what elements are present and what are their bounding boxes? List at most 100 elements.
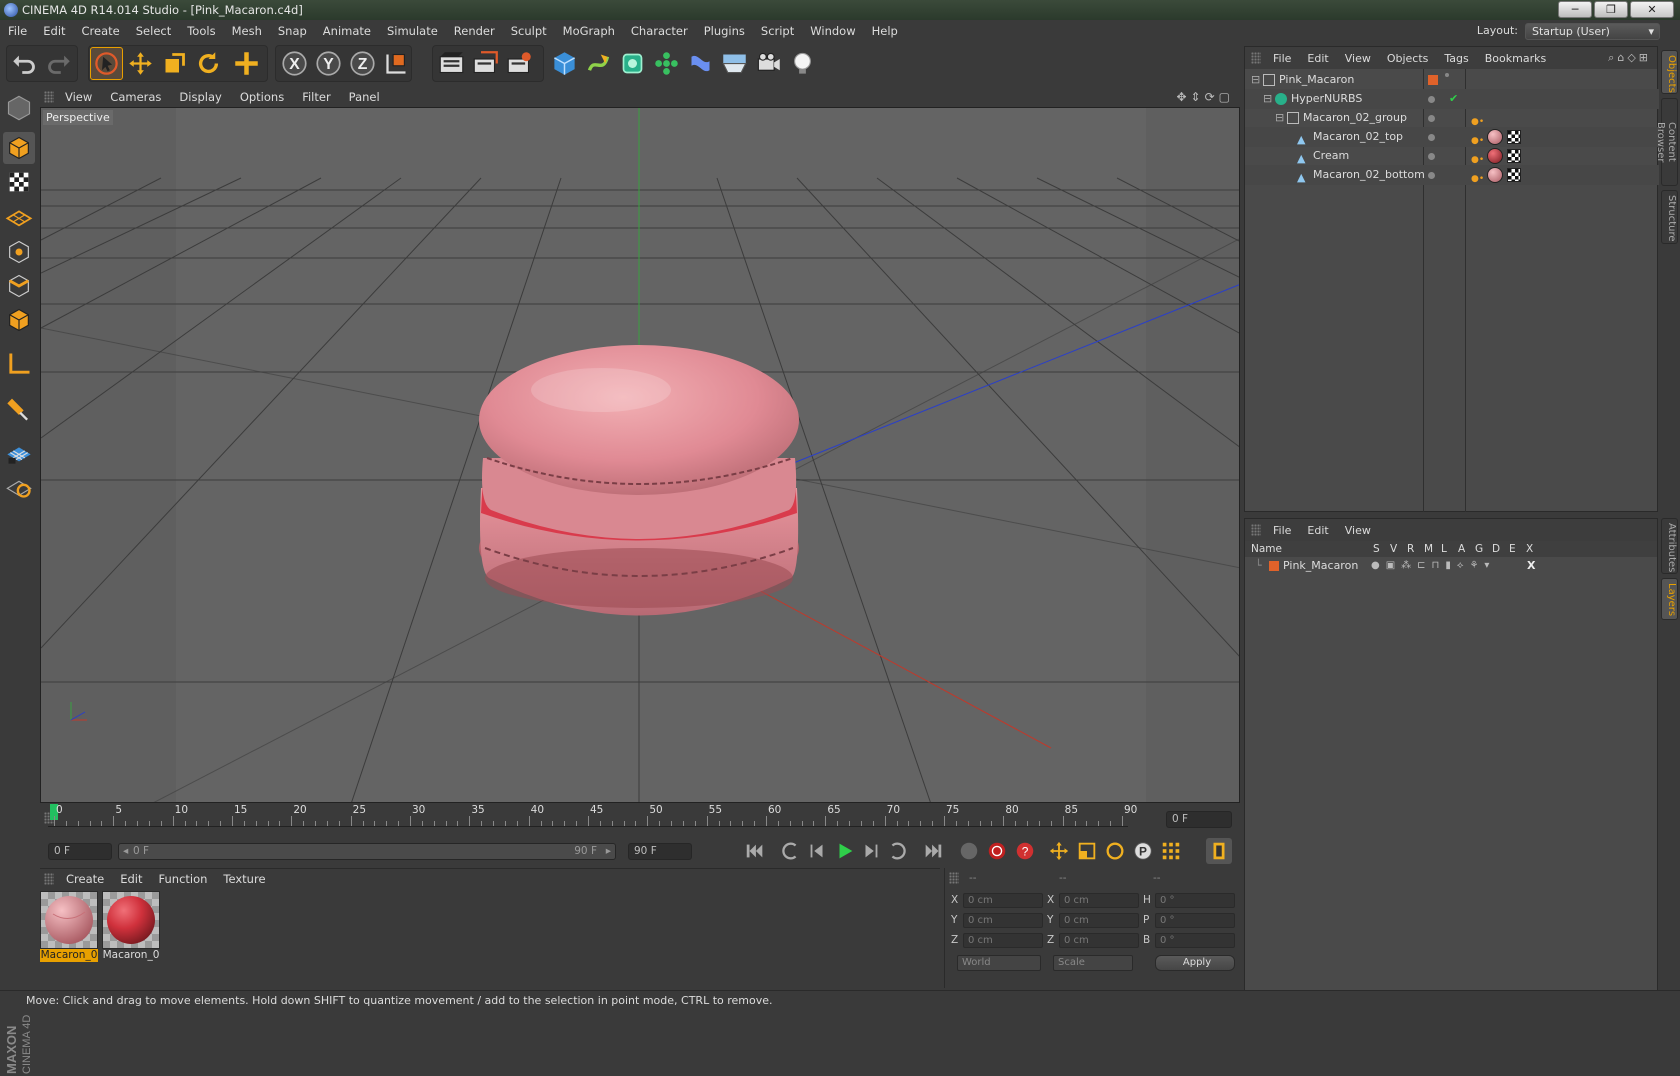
y-axis-icon[interactable]: Y [312, 47, 345, 80]
object-row[interactable]: ▲ Macaron_02_bottom ●• [1245, 165, 1659, 185]
coord-size-z-input[interactable]: 0 cm [1059, 933, 1139, 948]
enabled-check-icon[interactable]: ✔ [1449, 89, 1458, 109]
menu-mograph[interactable]: MoGraph [555, 20, 623, 43]
perspective-viewport[interactable]: Perspective [40, 107, 1240, 803]
move-icon[interactable] [124, 47, 157, 80]
object-search-icon[interactable]: ⌕⌂◇⊞ [1608, 51, 1651, 65]
layer-color-chip[interactable] [1428, 75, 1438, 85]
coord-rot-b-input[interactable]: 0 ° [1155, 933, 1235, 948]
add-icon[interactable] [230, 47, 263, 80]
viewport-menu-options[interactable]: Options [231, 86, 293, 109]
coord-size-y-input[interactable]: 0 cm [1059, 913, 1139, 928]
menu-sculpt[interactable]: Sculpt [503, 20, 555, 43]
phong-tag-icon[interactable]: ●• [1471, 169, 1484, 189]
key-parameter-icon[interactable]: P [1130, 838, 1156, 864]
visibility-dot[interactable] [1428, 172, 1435, 179]
object-row[interactable]: ⊟ Pink_Macaron [1245, 70, 1659, 90]
coord-rot-h-input[interactable]: 0 ° [1155, 893, 1235, 908]
record-position-icon[interactable] [956, 838, 982, 864]
apply-button[interactable]: Apply [1155, 955, 1235, 971]
tab-attributes[interactable]: Attributes [1661, 518, 1678, 574]
material-menu-create[interactable]: Create [58, 868, 112, 891]
viewport-camera-label[interactable]: Perspective [43, 110, 113, 125]
coord-space-dropdown[interactable]: World [957, 955, 1041, 971]
menu-create[interactable]: Create [74, 20, 128, 43]
redo-icon[interactable] [42, 47, 75, 80]
maximize-button[interactable]: ❐ [1594, 1, 1628, 18]
viewport-nav-icons[interactable]: ✥⇕⟳▢ [1176, 90, 1234, 104]
visibility-dot[interactable] [1428, 96, 1435, 103]
array-icon[interactable] [650, 47, 683, 80]
edges-mode-icon[interactable] [3, 270, 35, 302]
subdivision-icon[interactable] [616, 47, 649, 80]
col-manager[interactable]: M [1424, 541, 1433, 557]
col-locked[interactable]: L [1441, 541, 1447, 557]
material-menu-edit[interactable]: Edit [112, 868, 150, 891]
go-to-end-icon[interactable] [920, 838, 946, 864]
layer-toggle-icons[interactable]: ●▣⁂⊏⊓▮⟡⚘▾ [1371, 557, 1495, 575]
timeline-window-icon[interactable] [1206, 838, 1232, 864]
coord-pos-z-input[interactable]: 0 cm [963, 933, 1043, 948]
visibility-dot[interactable] [1428, 115, 1435, 122]
lock-workplane-icon[interactable] [3, 470, 35, 502]
next-frame-icon[interactable] [858, 838, 884, 864]
menu-simulate[interactable]: Simulate [379, 20, 446, 43]
render-picture-viewer-icon[interactable] [469, 47, 502, 80]
scale-icon[interactable] [158, 47, 191, 80]
live-selection-icon[interactable] [90, 47, 123, 80]
layout-dropdown[interactable]: Startup (User) [1525, 23, 1660, 40]
play-icon[interactable] [832, 838, 858, 864]
uvw-tag-icon[interactable] [1507, 130, 1521, 144]
points-mode-icon[interactable] [3, 236, 35, 268]
model-mode-icon[interactable] [3, 132, 35, 164]
tab-layers[interactable]: Layers [1661, 578, 1678, 620]
viewport-menu-cameras[interactable]: Cameras [101, 86, 170, 109]
camera-icon[interactable] [752, 47, 785, 80]
col-solo[interactable]: S [1373, 541, 1380, 557]
rotate-icon[interactable] [192, 47, 225, 80]
tab-objects[interactable]: Objects [1661, 50, 1678, 94]
layer-menu-edit[interactable]: Edit [1299, 519, 1336, 542]
menu-plugins[interactable]: Plugins [696, 20, 753, 43]
keyframe-selection-icon[interactable]: ? [1012, 838, 1038, 864]
coord-size-mode-dropdown[interactable]: Scale [1053, 955, 1133, 971]
material-tag-icon[interactable] [1487, 167, 1503, 183]
col-render[interactable]: R [1407, 541, 1414, 557]
undo-icon[interactable] [8, 47, 41, 80]
minimize-button[interactable]: ─ [1558, 1, 1592, 18]
close-button[interactable]: ✕ [1630, 1, 1674, 18]
render-view-icon[interactable] [435, 47, 468, 80]
col-deformers[interactable]: D [1492, 541, 1500, 557]
edit-render-settings-icon[interactable] [503, 47, 536, 80]
object-row[interactable]: ▲ Cream ●• [1245, 146, 1659, 166]
object-menu-bookmarks[interactable]: Bookmarks [1477, 47, 1554, 70]
end-frame-field[interactable]: 90 F [628, 843, 692, 860]
key-scale-icon[interactable] [1074, 838, 1100, 864]
menu-script[interactable]: Script [753, 20, 802, 43]
material-swatch[interactable]: Macaron_0 [102, 891, 160, 963]
tweak-mode-icon[interactable] [3, 392, 35, 424]
layer-color-chip[interactable] [1269, 561, 1279, 571]
visibility-dot[interactable] [1428, 134, 1435, 141]
preview-range-slider[interactable]: ◂ 0 F 90 F ▸ [118, 843, 616, 860]
material-swatch[interactable]: Macaron_0 [40, 891, 98, 963]
light-icon[interactable] [786, 47, 819, 80]
key-position-icon[interactable] [1046, 838, 1072, 864]
previous-frame-icon[interactable] [804, 838, 830, 864]
col-name[interactable]: Name [1251, 541, 1282, 557]
object-menu-objects[interactable]: Objects [1379, 47, 1437, 70]
workplane-mode-icon[interactable] [3, 200, 35, 232]
tab-content-browser[interactable]: Content Browser [1655, 98, 1678, 186]
col-generators[interactable]: G [1475, 541, 1483, 557]
menu-character[interactable]: Character [623, 20, 696, 43]
viewport-menu-display[interactable]: Display [170, 86, 230, 109]
x-axis-icon[interactable]: X [278, 47, 311, 80]
coord-size-x-input[interactable]: 0 cm [1059, 893, 1139, 908]
object-menu-tags[interactable]: Tags [1436, 47, 1476, 70]
col-view[interactable]: V [1390, 541, 1397, 557]
axis-mode-icon[interactable] [3, 348, 35, 380]
menu-edit[interactable]: Edit [35, 20, 73, 43]
menu-file[interactable]: File [0, 20, 35, 43]
go-to-start-icon[interactable] [742, 838, 768, 864]
menu-select[interactable]: Select [128, 20, 179, 43]
